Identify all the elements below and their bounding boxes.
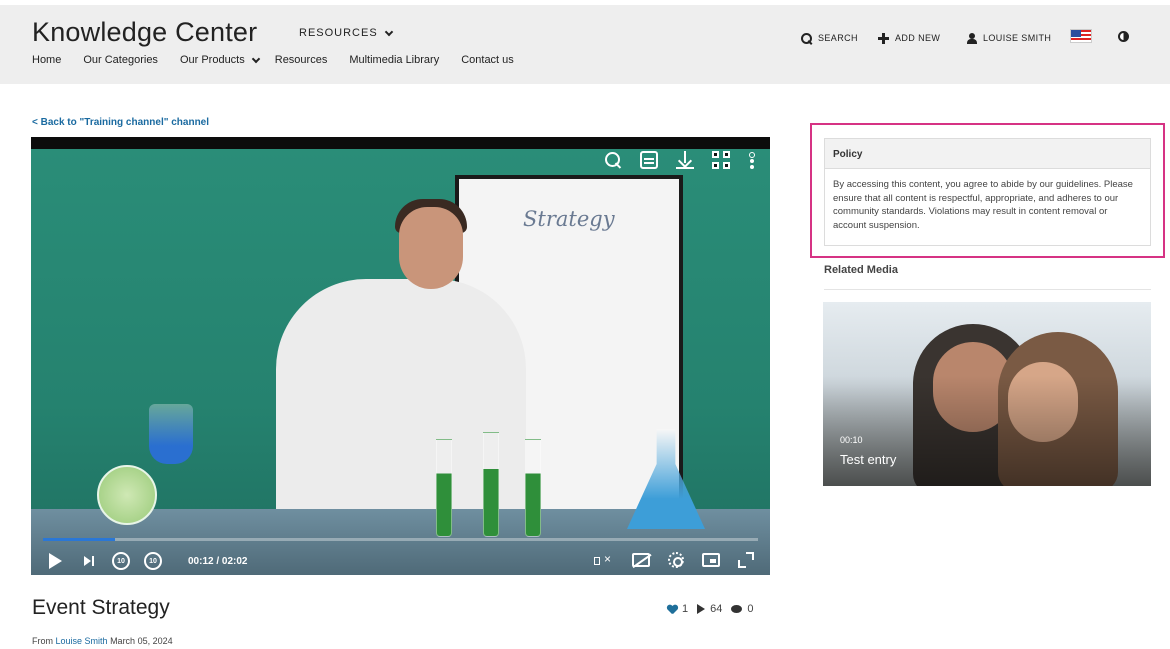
green-round-flask [97,465,157,525]
comment-icon [731,605,743,613]
site-header: Knowledge Center RESOURCES Home Our Cate… [0,5,1170,84]
chevron-down-icon [251,54,260,63]
progress-bar[interactable] [43,538,758,541]
download-icon[interactable] [676,151,694,169]
nav-categories[interactable]: Our Categories [83,54,158,66]
user-menu-button[interactable]: LOUISE SMITH [967,32,1052,44]
back-to-channel-link[interactable]: < Back to "Training channel" channel [32,117,209,128]
play-icon[interactable] [49,553,62,569]
player-right-controls [594,552,754,568]
nav-home[interactable]: Home [32,54,61,66]
grid-icon[interactable] [712,151,730,169]
resources-menu-label: RESOURCES [299,27,378,39]
related-title[interactable]: Test entry [840,452,896,467]
site-brand[interactable]: Knowledge Center [32,17,257,48]
byline-from: From [32,636,53,646]
nav-contact[interactable]: Contact us [461,54,514,66]
test-tube [525,439,541,537]
forward-10-icon[interactable]: 10 [144,552,162,570]
video-player[interactable]: Strategy 10 10 00:12 / 02:02 [31,137,770,575]
nav-multimedia-library[interactable]: Multimedia Library [349,54,439,66]
test-tube [483,432,499,537]
contrast-icon [1118,31,1129,42]
play-views-icon [697,604,706,614]
views-stat: 64 [697,603,722,615]
likes-count: 1 [682,603,689,615]
presenter-head [399,207,463,289]
policy-text: By accessing this content, you agree to … [833,179,1133,231]
plus-icon [878,32,889,44]
progress-fill [43,538,115,541]
more-vertical-icon[interactable] [748,151,755,169]
likes-button[interactable]: 1 [667,603,688,615]
related-media-card[interactable]: 00:10 Test entry [823,302,1151,486]
search-label: SEARCH [818,33,858,43]
divider [824,289,1151,290]
transcript-icon[interactable] [640,151,658,169]
blue-flask [149,404,193,464]
gear-icon[interactable] [668,552,684,568]
user-icon [967,32,977,44]
nav-resources[interactable]: Resources [275,54,328,66]
test-tube [436,439,452,537]
video-frame: Strategy [31,149,770,575]
add-new-button[interactable]: ADD NEW [878,32,941,44]
chevron-down-icon [384,27,393,36]
media-title: Event Strategy [32,596,170,619]
search-button[interactable]: SEARCH [801,32,858,44]
main-nav: Home Our Categories Our Products Resourc… [32,54,536,66]
byline: From Louise Smith March 05, 2024 [32,636,173,646]
picture-in-picture-icon[interactable] [702,553,720,567]
rewind-10-icon[interactable]: 10 [112,552,130,570]
captions-off-icon[interactable] [632,553,650,567]
user-name: LOUISE SMITH [983,33,1052,43]
us-flag-icon [1070,29,1092,43]
time-display: 00:12 / 02:02 [188,555,248,567]
heart-icon [667,605,677,614]
player-search-icon[interactable] [604,151,622,169]
fullscreen-icon[interactable] [738,552,754,568]
comments-button[interactable]: 0 [731,603,754,615]
related-duration: 00:10 [840,435,863,445]
resources-menu[interactable]: RESOURCES [299,27,393,39]
nav-products-label: Our Products [179,54,245,66]
search-icon [801,32,812,44]
mute-icon[interactable] [594,552,614,567]
policy-heading: Policy [825,139,1150,169]
next-icon[interactable] [84,556,94,566]
player-top-controls [604,151,755,169]
contrast-toggle[interactable] [1118,31,1129,42]
language-selector[interactable] [1070,29,1092,43]
views-count: 64 [710,603,723,615]
whiteboard-text: Strategy [523,207,615,231]
publish-date: March 05, 2024 [110,636,173,646]
comments-count: 0 [747,603,754,615]
related-media-heading: Related Media [824,264,898,276]
author-link[interactable]: Louise Smith [56,636,108,646]
policy-panel: Policy By accessing this content, you ag… [824,138,1151,246]
add-new-label: ADD NEW [895,33,941,43]
player-bottom-controls: 10 10 00:12 / 02:02 [31,547,770,575]
nav-products[interactable]: Our Products [179,54,260,66]
media-stats: 1 64 0 [667,603,754,615]
